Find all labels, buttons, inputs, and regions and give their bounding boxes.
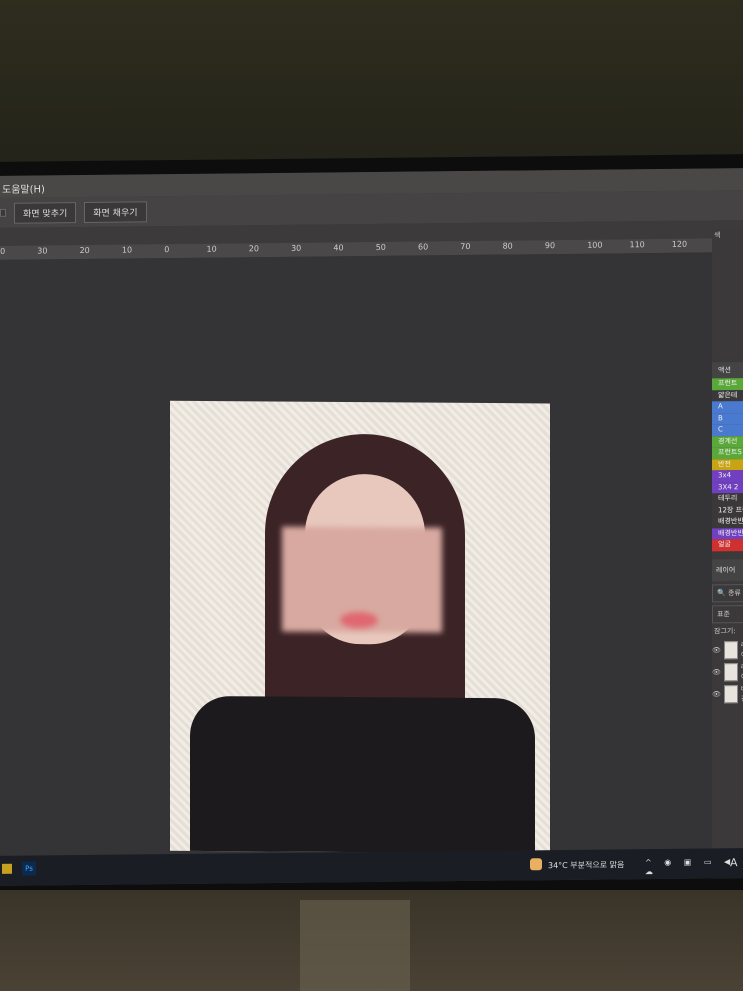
layer-filter[interactable]: 🔍 종류 — [712, 583, 743, 602]
menu-help[interactable]: 도움말(H) — [2, 184, 45, 195]
ruler-tick-label: 30 — [37, 246, 48, 256]
ruler-tick-label: 40 — [0, 246, 6, 256]
action-item[interactable]: 얼굴 — [712, 539, 743, 551]
action-item[interactable]: 얇은테 — [712, 389, 743, 402]
eye-icon[interactable]: 👁 — [712, 690, 721, 698]
color-tab[interactable]: 색 — [712, 228, 743, 242]
layer-thumbnail — [723, 684, 738, 703]
toolbar-button[interactable] — [0, 208, 6, 217]
layer-thumbnail — [723, 640, 738, 659]
action-item[interactable]: A — [712, 401, 743, 413]
layer-filter-label: 종류 — [727, 588, 741, 597]
black-top — [190, 695, 535, 854]
ruler-tick-label: 70 — [460, 241, 471, 252]
action-item[interactable]: 테두리 — [712, 493, 743, 505]
ruler-tick-label: 30 — [291, 243, 302, 253]
ruler-tick-label: 20 — [79, 245, 90, 256]
right-panel: 색 액션 프런트 얇은테 A B C 경계선 프런트S 반전 3x4 3X4 2 테두리 12장 프린… — [712, 228, 743, 879]
lock-label: 잠그기: — [714, 626, 736, 635]
action-item[interactable]: 반전 — [712, 458, 743, 471]
fill-screen-button[interactable]: 화면 채우기 — [84, 200, 147, 223]
layers-tab[interactable]: 레이어 — [712, 558, 743, 581]
layer-row[interactable]: 👁 레이 — [712, 661, 743, 683]
weather-text[interactable]: 34°C 부분적으로 맑음 — [548, 859, 624, 871]
actions-list: 프런트 얇은테 A B C 경계선 프런트S 반전 3x4 3X4 2 테두리 12장 프린 배경반반 배… — [712, 378, 743, 551]
file-explorer-icon[interactable] — [2, 863, 12, 874]
ruler-tick-label: 20 — [248, 244, 259, 254]
action-item[interactable]: 배경반반B — [712, 527, 743, 540]
action-item[interactable]: 프런트S — [712, 447, 743, 459]
wall — [0, 0, 743, 170]
actions-tab[interactable]: 액션 — [712, 362, 743, 379]
action-item[interactable]: 3x4 — [712, 470, 743, 482]
ruler-tick-label: 0 — [164, 245, 170, 255]
lips — [340, 611, 378, 629]
action-item[interactable]: B — [712, 412, 743, 425]
ruler-tick-label: 50 — [375, 242, 386, 252]
portrait-photo — [170, 400, 550, 854]
layer-thumbnail — [723, 662, 738, 681]
photoshop-window: 도움말(H) 화면 맞추기 화면 채우기 40 30 20 10 0 10 20 30 40 50… — [0, 168, 743, 886]
action-item[interactable]: 프런트 — [712, 378, 743, 390]
ruler-tick-label: 80 — [502, 241, 513, 251]
blend-mode-select[interactable]: 표준 — [712, 604, 743, 623]
ruler-tick-label: 10 — [121, 245, 133, 255]
action-item[interactable]: 경계선 — [712, 435, 743, 448]
ruler-tick-label: 90 — [544, 241, 556, 251]
eye-icon[interactable]: 👁 — [712, 646, 721, 654]
ime-indicator[interactable]: A — [730, 856, 738, 869]
eye-icon[interactable]: 👁 — [712, 668, 721, 676]
ruler-tick-label: 60 — [418, 242, 429, 252]
action-item[interactable]: 배경반반 — [712, 516, 743, 528]
ruler-tick-label: 10 — [206, 244, 217, 254]
action-item[interactable]: 3X4 2 — [712, 481, 743, 494]
tray-icons[interactable]: ^ ◉ ▣ ▭ ◀ ☁ — [645, 857, 743, 876]
layer-row[interactable]: 👁 레이 — [712, 639, 743, 661]
weather-icon — [530, 858, 542, 871]
ruler-tick-label: 110 — [629, 240, 645, 250]
canvas-area[interactable] — [0, 252, 712, 860]
action-item[interactable]: 12장 프린 — [712, 504, 743, 517]
ruler-tick-label: 120 — [671, 239, 688, 249]
layer-row[interactable]: 👁 배경 — [712, 683, 743, 705]
ruler-tick-label: 40 — [333, 243, 344, 253]
layers-list: 👁 레이 👁 레이 👁 배경 — [712, 639, 743, 705]
action-item[interactable]: C — [712, 424, 743, 436]
fit-screen-button[interactable]: 화면 맞추기 — [14, 201, 77, 224]
monitor-stand — [300, 900, 410, 991]
ruler-tick-label: 100 — [587, 240, 603, 250]
photoshop-icon[interactable]: Ps — [22, 861, 36, 876]
